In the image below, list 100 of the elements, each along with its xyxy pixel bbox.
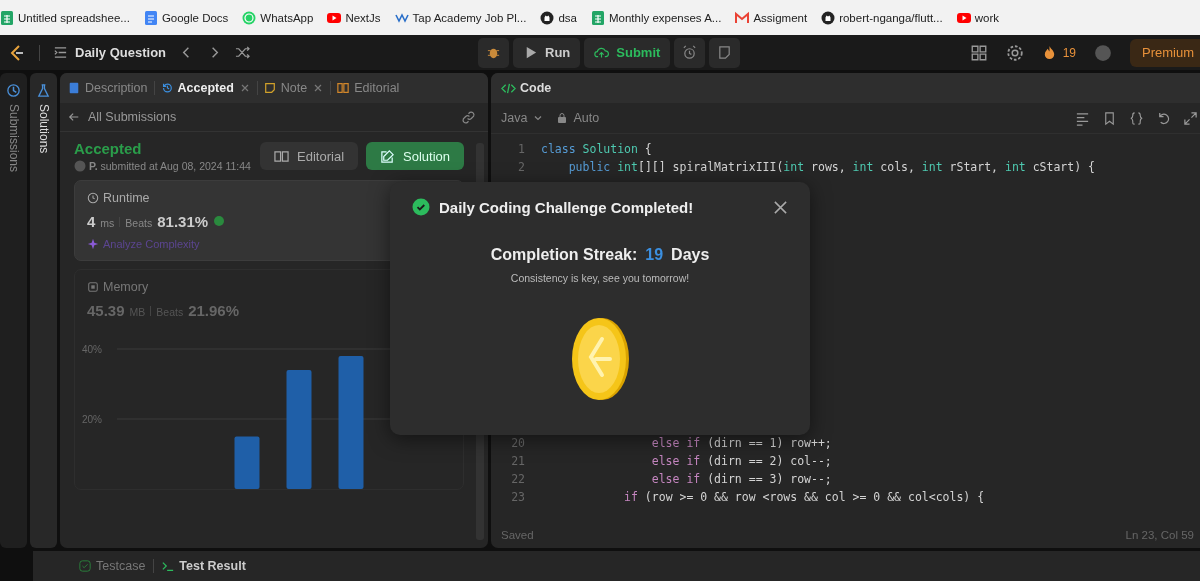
submission-status: Accepted xyxy=(74,140,143,157)
auto-mode[interactable]: Auto xyxy=(556,111,600,125)
axis-label: 20% xyxy=(82,414,102,425)
code-line: public int[][] spiralMatrixIII(int rows, int cols, int rStart, int cStart) { xyxy=(567,160,1095,174)
runtime-percentile: 81.31% xyxy=(157,213,209,230)
streak-count: 19 xyxy=(1062,45,1076,60)
badge-icon xyxy=(213,215,226,227)
dialog-message: Consistency is key, see you tomorrow! xyxy=(510,272,690,284)
memory-value: 45.39 xyxy=(87,302,125,319)
chat-icon xyxy=(242,10,257,25)
format-icon[interactable] xyxy=(1075,110,1090,126)
bookmark-icon[interactable] xyxy=(1102,110,1117,126)
runtime-unit: ms xyxy=(100,217,115,229)
logo-icon[interactable] xyxy=(8,43,26,62)
note-icon xyxy=(263,82,276,94)
note-button[interactable] xyxy=(709,37,741,68)
code-line: else if (dirn == 1) row++; xyxy=(650,436,832,450)
chip-icon xyxy=(87,281,99,293)
layout-icon[interactable] xyxy=(969,43,988,62)
cloud-upload-icon xyxy=(594,45,610,60)
line-number: 20 xyxy=(510,436,526,450)
mail-icon xyxy=(735,10,750,25)
expand-icon[interactable] xyxy=(1183,110,1198,126)
editorial-button[interactable]: Editorial xyxy=(260,142,358,170)
check-circle-icon xyxy=(412,198,430,216)
bookmark-link[interactable]: Monthly expenses A... xyxy=(590,10,722,25)
code-line: else if (dirn == 2) col--; xyxy=(650,454,832,468)
line-number: 21 xyxy=(510,454,526,468)
link-icon[interactable] xyxy=(461,109,476,125)
submit-button[interactable]: Submit xyxy=(584,37,671,68)
streak-days-count: 19 xyxy=(645,246,664,264)
panel-title: Code xyxy=(520,81,552,95)
streak-unit: Days xyxy=(671,246,710,264)
line-number: 2 xyxy=(517,160,526,174)
memory-percentile: 21.96% xyxy=(188,302,240,319)
side-tab[interactable]: Submissions xyxy=(0,73,27,548)
line-number: 1 xyxy=(517,142,526,156)
submission-byline: P. submitted at Aug 08, 2024 11:44 xyxy=(89,160,251,172)
line-number: 22 xyxy=(510,472,526,486)
bookmark-link[interactable]: Untitled spreadshee... xyxy=(0,10,130,25)
arrow-left-icon xyxy=(68,111,80,123)
runtime-title: Runtime xyxy=(103,191,150,205)
alarm-button[interactable] xyxy=(674,37,706,68)
play-icon xyxy=(327,10,342,25)
streak-counter[interactable]: 19 xyxy=(1041,45,1076,60)
list-icon[interactable] xyxy=(53,45,68,60)
edit-icon xyxy=(380,148,395,164)
bookmark-link[interactable]: NextJs xyxy=(327,10,381,25)
runtime-value: 4 xyxy=(87,213,96,230)
braces-icon[interactable] xyxy=(1129,110,1144,126)
panel-tab[interactable]: Description xyxy=(68,81,148,95)
document-icon xyxy=(68,82,80,94)
close-icon[interactable] xyxy=(773,199,788,215)
code-line: class Solution { xyxy=(541,142,652,156)
spreadsheet-icon xyxy=(590,10,605,25)
streak-label: Completion Streak: xyxy=(490,246,638,264)
console-tab[interactable]: Test Result xyxy=(162,559,246,573)
note-icon xyxy=(717,45,733,60)
bookmark-link[interactable]: Assigment xyxy=(735,10,808,25)
checkbox-icon xyxy=(79,560,91,572)
line-number: 23 xyxy=(510,490,526,504)
reset-icon[interactable] xyxy=(1156,110,1171,126)
history-icon xyxy=(6,83,21,98)
premium-button[interactable]: Premium xyxy=(1130,38,1200,67)
bookmark-link[interactable]: Tap Academy Job Pl... xyxy=(394,10,527,25)
book-icon xyxy=(274,148,290,164)
lock-icon xyxy=(556,112,569,124)
flask-icon xyxy=(36,83,51,98)
bookmark-link[interactable]: WhatsApp xyxy=(242,10,314,25)
debug-button[interactable] xyxy=(478,37,509,68)
code-line: else if (dirn == 3) row--; xyxy=(650,472,832,486)
document-icon xyxy=(143,10,158,25)
language-dropdown[interactable]: Java xyxy=(501,111,545,125)
terminal-icon xyxy=(162,560,175,572)
sparkle-icon xyxy=(87,238,99,250)
memory-title: Memory xyxy=(103,280,149,294)
panel-tab[interactable]: Note xyxy=(263,81,325,95)
panel-tab[interactable]: Accepted xyxy=(160,81,251,95)
beats-label: Beats xyxy=(125,217,153,229)
bookmark-link[interactable]: work xyxy=(956,10,999,25)
clock-icon xyxy=(87,192,99,204)
coin-icon xyxy=(570,317,630,401)
side-tab[interactable]: Solutions xyxy=(30,73,57,548)
history-icon xyxy=(160,82,173,94)
shuffle-icon[interactable] xyxy=(235,45,251,60)
back-link[interactable]: All Submissions xyxy=(68,110,177,124)
bookmark-link[interactable]: Google Docs xyxy=(143,10,229,25)
code-line: if (row >= 0 && row <rows && col >= 0 && col<cols) { xyxy=(623,490,985,504)
settings-icon[interactable] xyxy=(1005,43,1024,62)
bookmark-link[interactable]: robert-nganga/flutt... xyxy=(821,10,943,25)
alarm-clock-icon xyxy=(682,45,698,60)
bookmark-link[interactable]: dsa xyxy=(540,10,577,25)
spreadsheet-icon xyxy=(0,10,14,25)
run-button[interactable]: Run xyxy=(513,37,581,68)
solution-button[interactable]: Solution xyxy=(366,142,464,170)
axis-label: 40% xyxy=(82,344,102,355)
problem-list-title[interactable]: Daily Question xyxy=(75,45,167,60)
panel-tab[interactable]: Editorial xyxy=(337,81,400,95)
book-icon xyxy=(337,82,350,94)
bar xyxy=(234,436,260,489)
